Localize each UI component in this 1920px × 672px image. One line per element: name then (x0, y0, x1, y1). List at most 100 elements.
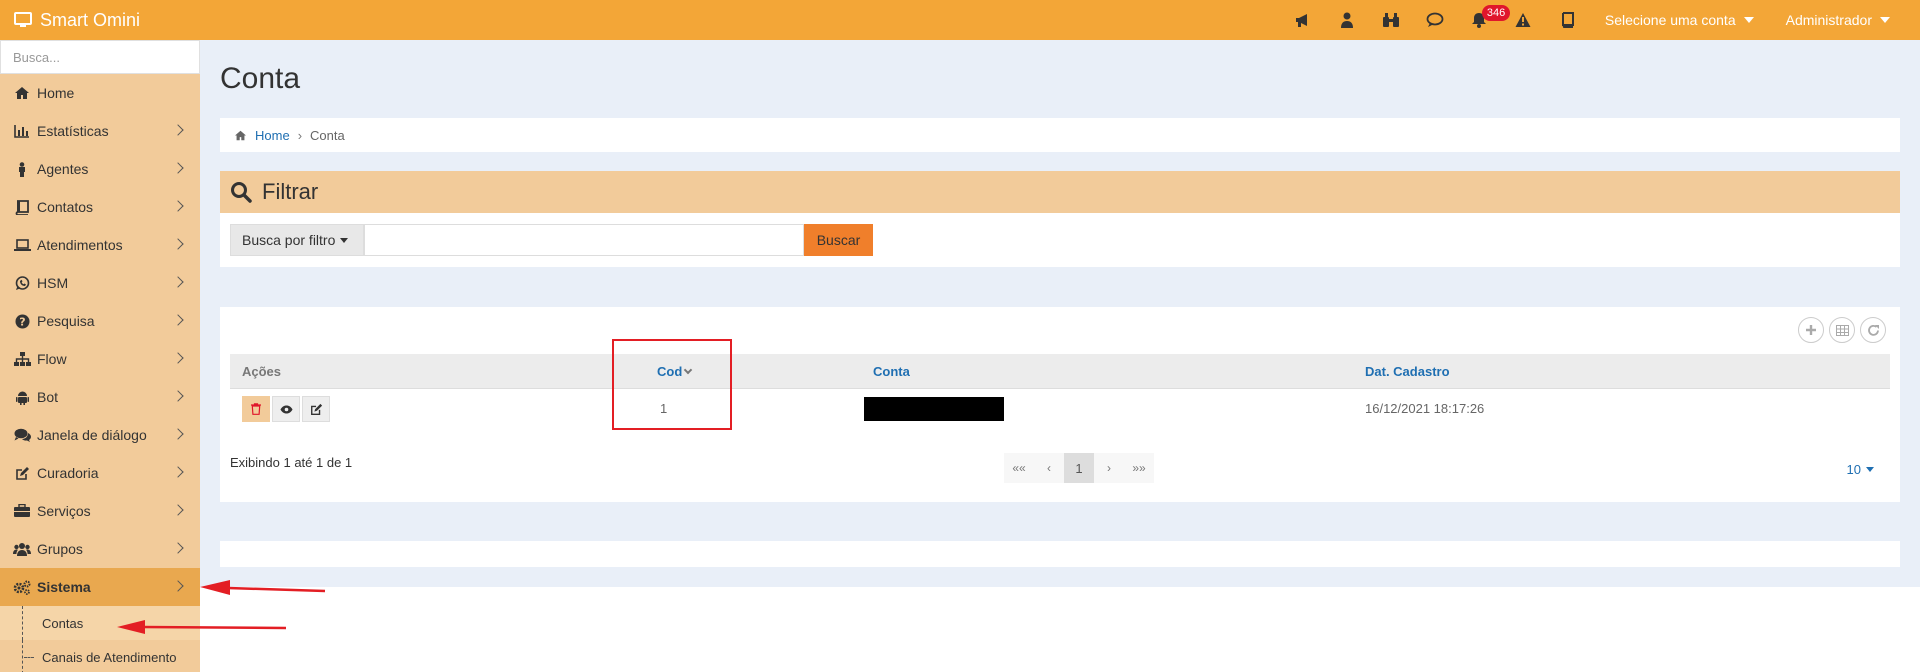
app-title: Smart Omini (40, 9, 141, 30)
page-size-value: 10 (1846, 462, 1861, 477)
page-prev-button[interactable]: ‹ (1034, 453, 1064, 483)
android-icon (13, 389, 31, 405)
pagination-info: Exibindo 1 até 1 de 1 (230, 455, 353, 470)
sidebar-item-hsm[interactable]: HSM (0, 264, 200, 302)
users-icon (13, 541, 31, 557)
delete-button[interactable] (242, 396, 270, 422)
breadcrumb-current: Conta (310, 127, 345, 143)
briefcase-icon (13, 503, 31, 519)
table-toolbar (1798, 317, 1886, 343)
eye-icon (280, 405, 292, 413)
annotation-arrows (117, 580, 326, 634)
filter-type-label: Busca por filtro (242, 232, 336, 248)
chevron-right-icon (172, 162, 184, 174)
sidebar-item-label: Agentes (37, 161, 89, 177)
sidebar-item-home[interactable]: Home (0, 74, 200, 112)
svg-text:?: ? (19, 315, 25, 328)
sidebar-item-label: Bot (37, 389, 59, 405)
page-1-button[interactable]: 1 (1064, 453, 1094, 483)
caret-down-icon (1743, 17, 1754, 23)
sidebar-item-label: Home (37, 85, 75, 101)
brand[interactable]: Smart Omini (0, 0, 200, 40)
bullhorn-icon[interactable] (1281, 0, 1325, 40)
sidebar-item-label: Curadoria (37, 465, 99, 481)
sidebar-item-flow[interactable]: Flow (0, 340, 200, 378)
sidebar-item-servicos[interactable]: Serviços (0, 492, 200, 530)
page-next-button[interactable]: › (1094, 453, 1124, 483)
comments-icon (13, 427, 31, 443)
book-icon[interactable] (1545, 0, 1589, 40)
page-size-dropdown[interactable]: 10 (1847, 462, 1874, 477)
search-icon (231, 182, 252, 203)
grid-icon (1835, 324, 1849, 336)
column-header-conta[interactable]: Conta (873, 364, 910, 379)
warning-icon[interactable] (1501, 0, 1545, 40)
table-row: 1 16/12/2021 18:17:26 (230, 389, 1890, 427)
question-icon: ? (13, 313, 31, 329)
cell-dat-cadastro: 16/12/2021 18:17:26 (1365, 401, 1485, 416)
chevron-right-icon (172, 352, 184, 364)
trash-icon (251, 403, 261, 415)
columns-button[interactable] (1829, 317, 1855, 343)
refresh-button[interactable] (1860, 317, 1886, 343)
filter-search-input[interactable] (364, 224, 804, 256)
chevron-right-icon (172, 200, 184, 212)
main-content: Conta Home › Conta Filtrar Busca por fil… (200, 40, 1920, 587)
plus-icon (1806, 325, 1816, 335)
sidebar-item-grupos[interactable]: Grupos (0, 530, 200, 568)
sidebar-item-agentes[interactable]: Agentes (0, 150, 200, 188)
sidebar-item-label: Contatos (37, 199, 94, 215)
home-icon (13, 85, 31, 101)
filter-panel-header: Filtrar (220, 171, 1900, 213)
filter-type-dropdown[interactable]: Busca por filtro (230, 224, 364, 256)
breadcrumb: Home › Conta (220, 118, 1900, 152)
breadcrumb-home-link[interactable]: Home (255, 128, 290, 143)
page-title: Conta (220, 62, 301, 95)
monitor-icon (14, 12, 32, 27)
filter-title: Filtrar (262, 179, 319, 204)
column-header-dat-cadastro[interactable]: Dat. Cadastro (1365, 364, 1450, 379)
chevron-right-icon (172, 124, 184, 136)
account-select[interactable]: Selecione uma conta (1589, 0, 1770, 40)
refresh-icon (1867, 324, 1879, 336)
annotation-highlight-box (612, 339, 732, 430)
add-button[interactable] (1798, 317, 1824, 343)
sidebar-item-estatisticas[interactable]: Estatísticas (0, 112, 200, 150)
sidebar-subitem-label: Canais de Atendimento (42, 649, 177, 665)
caret-down-icon (340, 237, 349, 243)
sitemap-icon (13, 351, 31, 367)
table-header: Ações Cod Conta Dat. Cadastro (230, 354, 1890, 389)
chevron-right-icon (172, 466, 184, 478)
search-button[interactable]: Buscar (804, 224, 873, 256)
comment-icon[interactable] (1413, 0, 1457, 40)
filter-panel-body: Busca por filtro Buscar (220, 213, 1900, 267)
sidebar-item-label: Janela de diálogo (37, 427, 147, 443)
user-icon[interactable] (1325, 0, 1369, 40)
account-select-label: Selecione uma conta (1604, 12, 1736, 28)
sidebar-search-input[interactable] (0, 40, 200, 74)
top-navbar: Smart Omini 346 Selecione uma conta Admi… (0, 0, 1920, 40)
edit-button[interactable] (302, 396, 330, 422)
user-menu[interactable]: Administrador (1770, 0, 1920, 40)
sidebar-item-label: Atendimentos (37, 237, 123, 253)
sidebar-item-contatos[interactable]: Contatos (0, 188, 200, 226)
breadcrumb-separator: › (297, 127, 303, 143)
sidebar-item-janela-de-dialogo[interactable]: Janela de diálogo (0, 416, 200, 454)
page-first-button[interactable]: «« (1004, 453, 1034, 483)
sidebar-item-label: Serviços (37, 503, 91, 519)
sidebar-item-curadoria[interactable]: Curadoria (0, 454, 200, 492)
chevron-right-icon (172, 276, 184, 288)
caret-down-icon (1866, 467, 1874, 472)
sidebar-item-bot[interactable]: Bot (0, 378, 200, 416)
address-book-icon (13, 199, 31, 215)
annotation-arrow-sistema (227, 586, 326, 593)
bar-chart-icon (13, 123, 31, 139)
chevron-right-icon (172, 390, 184, 402)
page-last-button[interactable]: »» (1124, 453, 1154, 483)
sidebar-item-atendimentos[interactable]: Atendimentos (0, 226, 200, 264)
binoculars-icon[interactable] (1369, 0, 1413, 40)
view-button[interactable] (272, 396, 300, 422)
sidebar-item-pesquisa[interactable]: ? Pesquisa (0, 302, 200, 340)
bell-icon[interactable]: 346 (1457, 0, 1511, 40)
pagination: «« ‹ 1 › »» (1004, 453, 1154, 483)
